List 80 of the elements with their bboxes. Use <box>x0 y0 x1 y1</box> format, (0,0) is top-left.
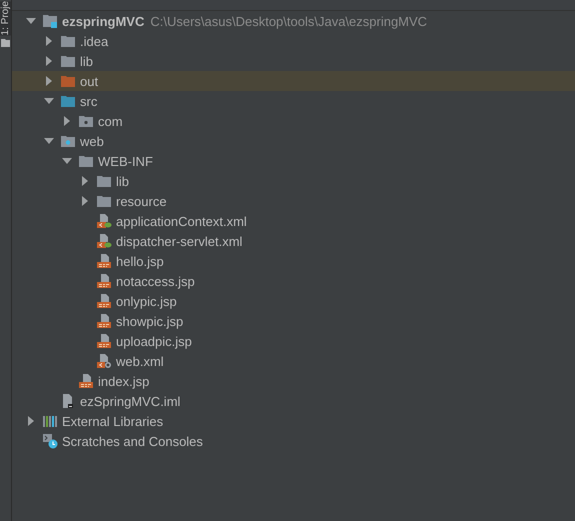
expand-arrow-icon[interactable] <box>62 156 72 166</box>
tree-item[interactable]: com <box>12 111 575 131</box>
item-label: showpic.jsp <box>116 314 184 328</box>
file-icon <box>60 393 76 409</box>
tree-item[interactable]: dispatcher-servlet.xml <box>12 231 575 251</box>
collapse-arrow-icon[interactable] <box>44 36 54 46</box>
module-icon <box>42 13 58 29</box>
xml-file-icon <box>96 213 112 229</box>
tree-item[interactable]: uploadpic.jsp <box>12 331 575 351</box>
tree-item[interactable]: web <box>12 131 575 151</box>
folder-icon <box>60 73 76 89</box>
item-label: lib <box>80 54 94 68</box>
item-label: uploadpic.jsp <box>116 334 192 348</box>
tree-item[interactable]: .idea <box>12 31 575 51</box>
tree-item[interactable]: External Libraries <box>12 411 575 431</box>
tree-item[interactable]: lib <box>12 51 575 71</box>
item-label: External Libraries <box>62 414 164 428</box>
tree-item[interactable]: applicationContext.xml <box>12 211 575 231</box>
jsp-file-icon <box>96 313 112 329</box>
collapse-arrow-icon[interactable] <box>62 116 72 126</box>
project-tab[interactable]: 1: Proje <box>0 1 11 36</box>
item-label: notaccess.jsp <box>116 274 195 288</box>
item-label: src <box>80 94 98 108</box>
tree-item[interactable]: Scratches and Consoles <box>12 431 575 451</box>
item-label: resource <box>116 194 167 208</box>
item-label: lib <box>116 174 130 188</box>
item-label: web <box>80 134 104 148</box>
tree-item[interactable]: onlypic.jsp <box>12 291 575 311</box>
item-label: com <box>98 114 123 128</box>
jsp-file-icon <box>96 273 112 289</box>
web-folder-icon <box>60 133 76 149</box>
tree-item[interactable]: ezspringMVC C:\Users\asus\Desktop\tools\Java\ezspringMVC <box>12 11 575 31</box>
item-label: Scratches and Consoles <box>62 434 203 448</box>
folder-icon <box>96 173 112 189</box>
jsp-file-icon <box>96 253 112 269</box>
tree-item[interactable]: out <box>12 71 575 91</box>
tree-item[interactable]: index.jsp <box>12 371 575 391</box>
project-path: C:\Users\asus\Desktop\tools\Java\ezspringMVC <box>150 14 428 28</box>
jsp-file-icon <box>78 373 94 389</box>
folder-icon <box>96 193 112 209</box>
item-label: ezSpringMVC.iml <box>80 394 180 408</box>
tree-item[interactable]: web.xml <box>12 351 575 371</box>
collapse-arrow-icon[interactable] <box>44 76 54 86</box>
tree-item[interactable]: resource <box>12 191 575 211</box>
package-icon <box>78 113 94 129</box>
tree-item[interactable]: notaccess.jsp <box>12 271 575 291</box>
item-label: ezspringMVC <box>62 14 144 28</box>
tree-item[interactable]: src <box>12 91 575 111</box>
tree-item[interactable]: showpic.jsp <box>12 311 575 331</box>
jsp-file-icon <box>96 333 112 349</box>
folder-icon <box>1 39 10 48</box>
expand-arrow-icon[interactable] <box>26 16 36 26</box>
folder-icon <box>60 53 76 69</box>
tree-item[interactable]: lib <box>12 171 575 191</box>
tree-item[interactable]: hello.jsp <box>12 251 575 271</box>
item-label: onlypic.jsp <box>116 294 177 308</box>
expand-arrow-icon[interactable] <box>44 136 54 146</box>
item-label: dispatcher-servlet.xml <box>116 234 242 248</box>
collapse-arrow-icon[interactable] <box>26 416 36 426</box>
item-label: hello.jsp <box>116 254 164 268</box>
scratches-icon <box>42 433 58 449</box>
tree-item[interactable]: ezSpringMVC.iml <box>12 391 575 411</box>
folder-icon <box>60 33 76 49</box>
item-label: web.xml <box>116 354 164 368</box>
tree-item[interactable]: WEB-INF <box>12 151 575 171</box>
jsp-file-icon <box>96 293 112 309</box>
item-label: .idea <box>80 34 108 48</box>
xml-file-icon <box>96 353 112 369</box>
item-label: out <box>80 74 98 88</box>
folder-icon <box>78 153 94 169</box>
expand-arrow-icon[interactable] <box>44 96 54 106</box>
item-label: applicationContext.xml <box>116 214 247 228</box>
folder-icon <box>60 93 76 109</box>
collapse-arrow-icon[interactable] <box>80 196 90 206</box>
library-icon <box>42 413 58 429</box>
item-label: index.jsp <box>98 374 150 388</box>
item-label: WEB-INF <box>98 154 153 168</box>
collapse-arrow-icon[interactable] <box>44 56 54 66</box>
collapse-arrow-icon[interactable] <box>80 176 90 186</box>
xml-file-icon <box>96 233 112 249</box>
